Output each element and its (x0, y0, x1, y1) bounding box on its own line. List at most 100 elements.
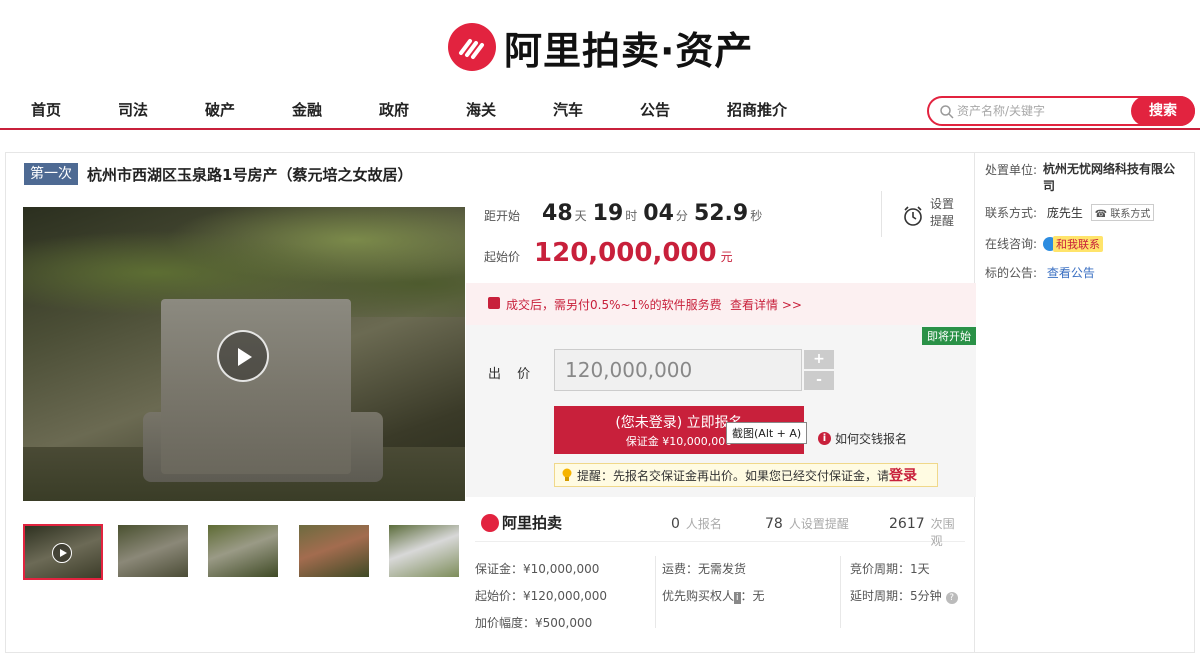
delay-cycle-text: 延时周期：5分钟 (850, 589, 942, 603)
start-price-row: 起始价 120,000,000 元 (484, 238, 733, 268)
video-play-button[interactable] (217, 330, 269, 382)
decrease-bid-button[interactable]: - (804, 371, 834, 390)
nav-item-home[interactable]: 首页 (31, 99, 61, 120)
contact-row: 联系方式: 庞先生 ☎ 联系方式 (985, 204, 1155, 221)
nav-item-investment[interactable]: 招商推介 (727, 99, 787, 120)
round-badge: 第一次 (24, 163, 78, 185)
contact-name: 庞先生 (1046, 206, 1083, 220)
notice-label: 标的公告: (985, 266, 1038, 280)
nav-item-bankruptcy[interactable]: 破产 (205, 99, 235, 120)
org-row: 处置单位: 杭州无忧网络科技有限公司 (985, 161, 1183, 195)
bid-amount-input[interactable]: 120,000,000 (554, 349, 802, 391)
help-icon[interactable]: ? (945, 592, 958, 604)
countdown-hours-unit: 时 (625, 209, 638, 223)
notice-row: 标的公告: 查看公告 (985, 264, 1095, 281)
nav-item-judicial[interactable]: 司法 (118, 99, 148, 120)
countdown-days: 48 (542, 201, 573, 226)
reminder-number: 78 (765, 516, 783, 532)
thumbnail-5[interactable] (389, 525, 459, 577)
thumbnail-2[interactable] (118, 525, 188, 577)
ali-auction-logo-icon (481, 513, 499, 532)
stats-logo: 阿里拍卖 (481, 512, 562, 533)
auction-info: 距开始 48 天 19 时 04 分 52.9 秒 设置提醒 起始价 120,0… (466, 191, 976, 497)
bidding-cycle-detail: 竞价周期：1天 (850, 562, 930, 576)
login-tip-text: 提醒：先报名交保证金再出价。如果您已经交付保证金，请 (577, 468, 890, 483)
screenshot-tooltip: 截图(Alt + A) (726, 422, 808, 444)
login-link[interactable]: 登录 (889, 465, 917, 485)
listing-title: 杭州市西湖区玉泉路1号房产（蔡元培之女故居） (87, 165, 413, 184)
priority-buyer-value: ：无 (740, 589, 765, 603)
countdown-days-unit: 天 (574, 209, 587, 223)
chat-button[interactable]: 和我联系 (1043, 235, 1104, 252)
registered-count: 0 人报名 (671, 515, 722, 532)
search-icon (940, 105, 954, 119)
deposit-detail: 保证金：¥10,000,000 (475, 562, 600, 576)
view-notice-link[interactable]: 查看公告 (1047, 266, 1095, 280)
org-label: 处置单位: (985, 163, 1038, 177)
set-reminder-button[interactable]: 设置提醒 (881, 191, 976, 237)
countdown-hours: 19 (592, 201, 624, 226)
thumbnail-4[interactable] (299, 525, 369, 577)
how-to-pay-link[interactable]: i 如何交钱报名 (818, 430, 907, 447)
nav-item-customs[interactable]: 海关 (466, 99, 496, 120)
view-count: 2617 次围观 (889, 515, 965, 549)
contact-button[interactable]: ☎ 联系方式 (1090, 204, 1155, 221)
main-photo[interactable] (23, 207, 465, 501)
info-icon: i (818, 432, 831, 445)
consult-row: 在线咨询: 和我联系 (985, 235, 1104, 252)
gift-icon (488, 297, 500, 309)
main-nav: 首页 司法 破产 金融 政府 海关 汽车 公告 招商推介 搜索 (0, 92, 1200, 130)
logo-row: 阿里拍卖·资产 (0, 0, 1200, 92)
search-button[interactable]: 搜索 (1131, 96, 1195, 126)
site-logo[interactable]: 阿里拍卖·资产 (448, 22, 754, 73)
chat-button-label: 和我联系 (1053, 235, 1104, 252)
increment-detail: 加价幅度：¥500,000 (475, 616, 593, 630)
photo-stone-tablet (161, 299, 351, 474)
countdown-minutes-unit: 分 (675, 209, 688, 223)
search-box: 搜索 (927, 96, 1195, 126)
thumbnail-video[interactable] (23, 524, 103, 580)
play-icon (52, 543, 72, 563)
nav-item-government[interactable]: 政府 (379, 99, 409, 120)
nav-item-auto[interactable]: 汽车 (553, 99, 583, 120)
consult-label: 在线咨询: (985, 237, 1038, 251)
nav-item-announcement[interactable]: 公告 (640, 99, 670, 120)
shipping-detail: 运费：无需发货 (662, 562, 747, 576)
thumbnail-3[interactable] (208, 525, 278, 577)
title-row: 第一次 杭州市西湖区玉泉路1号房产（蔡元培之女故居） (24, 162, 412, 186)
reminder-count-label: 人设置提醒 (788, 517, 849, 531)
nav-item-finance[interactable]: 金融 (292, 99, 322, 120)
registered-label: 人报名 (685, 517, 722, 531)
countdown-label: 距开始 (484, 209, 521, 223)
start-price-unit: 元 (720, 250, 733, 264)
seller-panel: 处置单位: 杭州无忧网络科技有限公司 联系方式: 庞先生 ☎ 联系方式 在线咨询… (975, 152, 1195, 653)
auction-details: 保证金：¥10,000,000 起始价：¥120,000,000 加价幅度：¥5… (475, 556, 975, 636)
priority-buyer-detail: 优先购买权人 i ：无 (662, 587, 765, 604)
start-price-detail: 起始价：¥120,000,000 (475, 589, 607, 603)
view-count-label: 次围观 (930, 517, 955, 548)
ali-auction-logo-icon (448, 23, 496, 71)
column-divider (655, 556, 656, 628)
fee-notice-bar: 成交后，需另付0.5%~1%的软件服务费 查看详情 >> (466, 283, 976, 325)
bid-label: 出 价 (488, 367, 537, 382)
view-number: 2617 (889, 516, 925, 532)
countdown-minutes: 04 (643, 201, 674, 226)
countdown: 距开始 48 天 19 时 04 分 52.9 秒 (484, 201, 762, 231)
search-input[interactable] (957, 101, 1127, 121)
contact-label: 联系方式: (985, 206, 1038, 220)
priority-buyer-label: 优先购买权人 (662, 589, 735, 603)
logo-text: 阿里拍卖·资产 (504, 28, 754, 73)
column-divider (840, 556, 841, 628)
fee-details-link[interactable]: 查看详情 >> (730, 296, 802, 313)
status-badge: 即将开始 (922, 327, 976, 345)
reminder-count: 78 人设置提醒 (765, 515, 849, 532)
registered-number: 0 (671, 516, 680, 532)
how-to-pay-label: 如何交钱报名 (835, 432, 908, 446)
auction-stats: 阿里拍卖 0 人报名 78 人设置提醒 2617 次围观 (475, 512, 965, 548)
delay-cycle-detail: 延时周期：5分钟? (850, 587, 958, 604)
increase-bid-button[interactable]: + (804, 350, 834, 369)
start-price-value: 120,000,000 (534, 238, 717, 268)
login-tip-bar: 提醒：先报名交保证金再出价。如果您已经交付保证金，请 登录 (554, 463, 938, 487)
reminder-label: 设置提醒 (930, 197, 955, 228)
countdown-seconds-unit: 秒 (750, 209, 763, 223)
